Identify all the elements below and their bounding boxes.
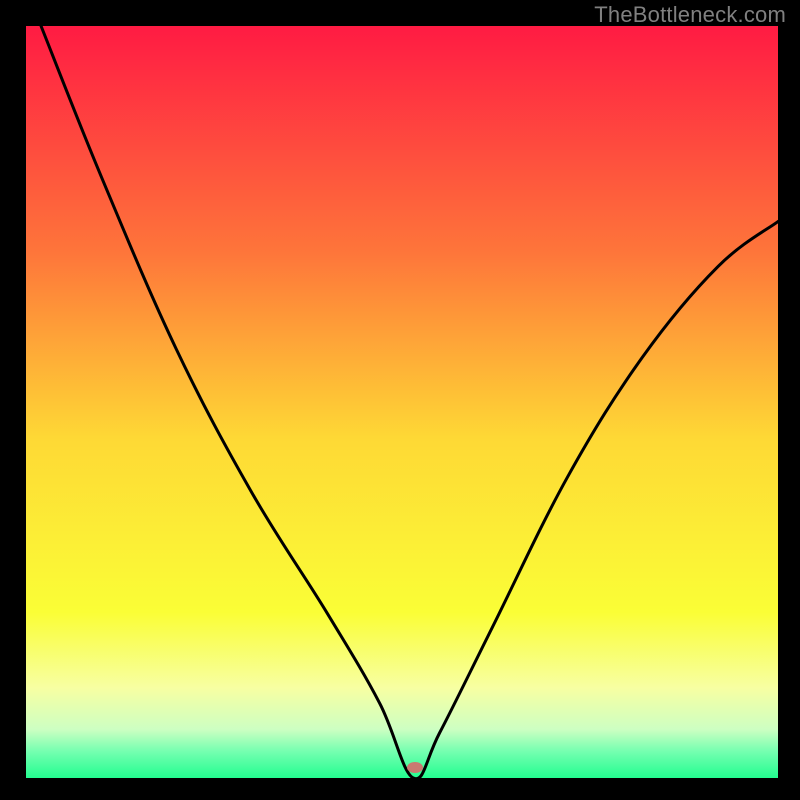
plot-area: [26, 26, 778, 778]
chart-svg: [26, 26, 778, 778]
watermark-text: TheBottleneck.com: [594, 2, 786, 28]
gradient-background: [26, 26, 778, 778]
min-point-marker: [407, 762, 423, 773]
chart-frame: TheBottleneck.com: [0, 0, 800, 800]
